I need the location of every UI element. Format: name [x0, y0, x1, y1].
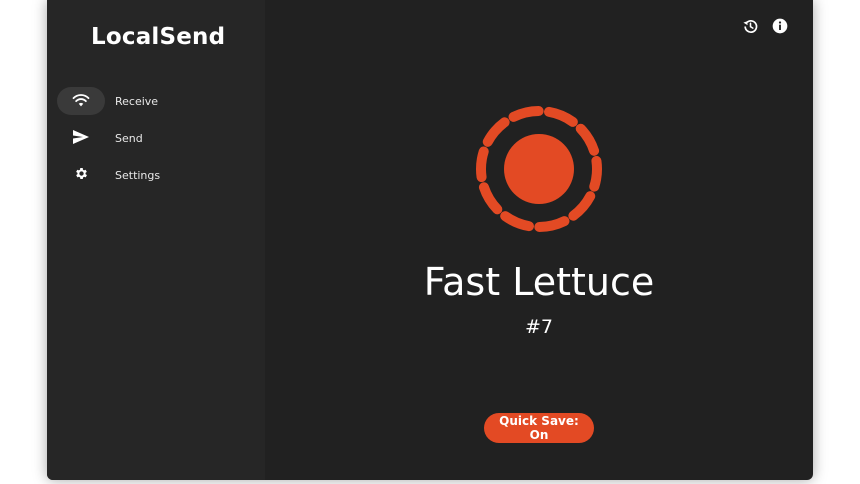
- sidebar-item-settings-pill: [57, 161, 105, 189]
- sidebar-item-send-pill: [57, 124, 105, 152]
- send-icon: [73, 129, 89, 148]
- main-content: Fast Lettuce #7 Quick Save: On: [265, 0, 813, 480]
- history-icon: [742, 18, 759, 39]
- app-title: LocalSend: [91, 24, 226, 50]
- device-number: #7: [524, 316, 553, 338]
- sidebar-item-receive[interactable]: Receive: [57, 87, 257, 115]
- sidebar-item-settings[interactable]: Settings: [57, 161, 257, 189]
- sidebar: LocalSend Receive Send Settings: [47, 0, 265, 480]
- wifi-icon: [72, 92, 90, 111]
- sidebar-item-send[interactable]: Send: [57, 124, 257, 152]
- gear-icon: [74, 166, 89, 185]
- sidebar-item-label: Send: [115, 131, 143, 145]
- history-button[interactable]: [740, 18, 760, 38]
- sidebar-item-label: Receive: [115, 94, 159, 108]
- device-name: Fast Lettuce: [423, 260, 655, 304]
- info-icon: [772, 18, 788, 38]
- sidebar-item-receive-pill: [57, 87, 105, 115]
- sidebar-item-label: Settings: [115, 168, 161, 182]
- app-window: LocalSend Receive Send Settings Fast Let…: [47, 0, 813, 480]
- localsend-logo: [473, 103, 605, 235]
- quick-save-button[interactable]: Quick Save: On: [484, 413, 594, 443]
- info-button[interactable]: [770, 18, 790, 38]
